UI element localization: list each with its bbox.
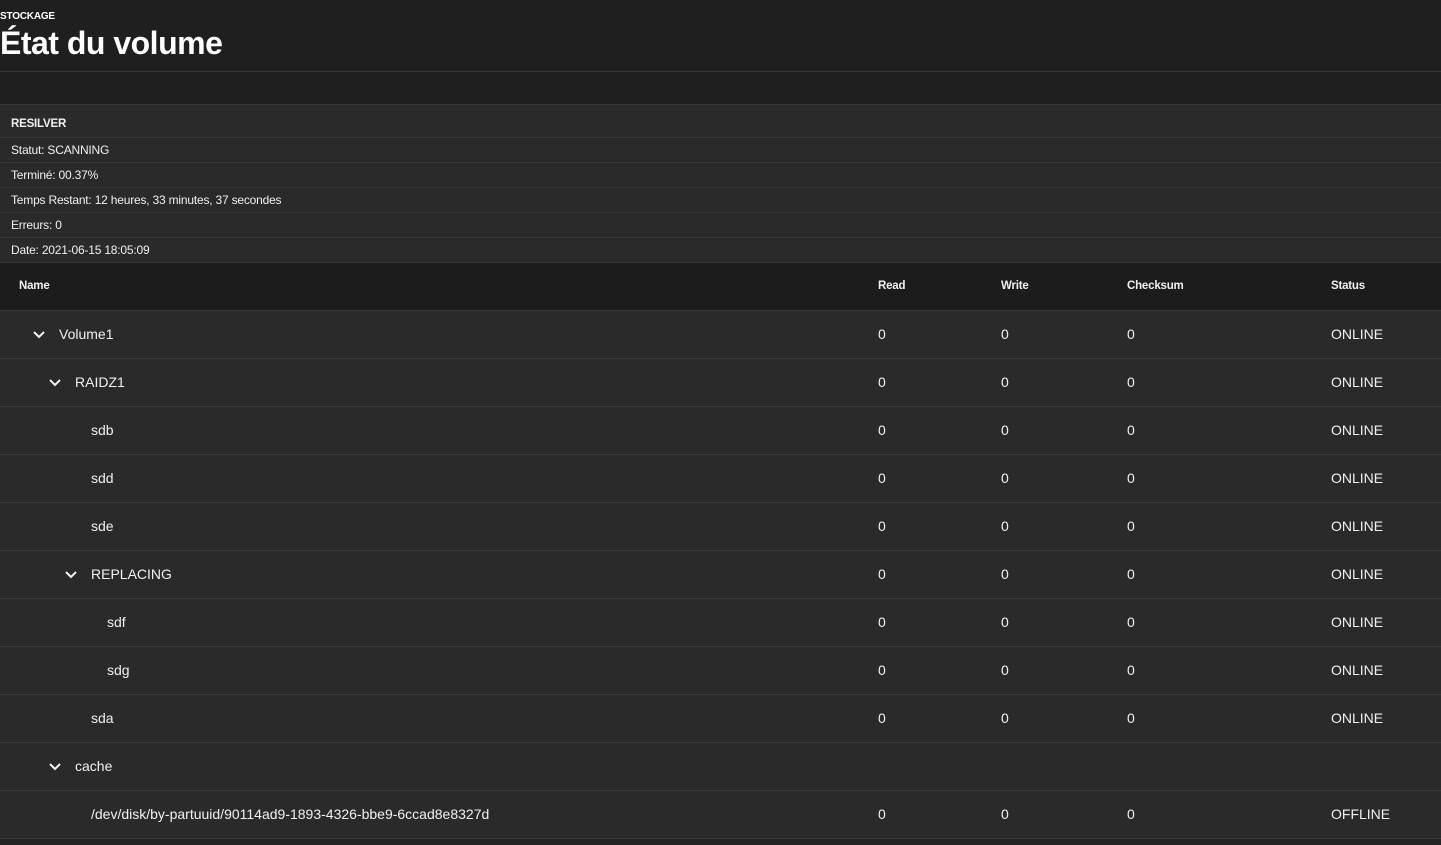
row-status: ONLINE [1331,326,1384,342]
table-row[interactable]: sdf 0 0 0 ONLINE [0,599,1441,647]
page-header: STOCKAGE État du volume [0,0,1441,72]
resilver-panel: RESILVER Statut: SCANNING Terminé: 00.37… [0,105,1441,263]
table-row[interactable]: Volume1 0 0 0 ONLINE [0,311,1441,359]
row-write: 0 [1001,518,1009,534]
table-row[interactable]: sdb 0 0 0 ONLINE [0,407,1441,455]
row-read: 0 [878,662,886,678]
row-name: RAIDZ1 [75,374,125,390]
row-read: 0 [878,518,886,534]
chevron-down-icon[interactable] [47,359,63,406]
column-header-write[interactable]: Write [1001,263,1029,310]
row-write: 0 [1001,470,1009,486]
row-write: 0 [1001,326,1009,342]
row-write: 0 [1001,662,1009,678]
row-name: REPLACING [91,566,172,582]
chevron-down-icon[interactable] [63,551,79,598]
row-read: 0 [878,326,886,342]
row-checksum: 0 [1127,566,1135,582]
table-row[interactable]: sdd 0 0 0 ONLINE [0,455,1441,503]
row-status: ONLINE [1331,566,1384,582]
vdev-tree-table: Volume1 0 0 0 ONLINE RAIDZ1 0 0 0 ONLINE… [0,311,1441,839]
page-title: État du volume [0,25,223,61]
row-checksum: 0 [1127,326,1135,342]
table-row[interactable]: sde 0 0 0 ONLINE [0,503,1441,551]
row-read: 0 [878,806,886,822]
table-row[interactable]: RAIDZ1 0 0 0 ONLINE [0,359,1441,407]
row-status: ONLINE [1331,422,1384,438]
row-read: 0 [878,470,886,486]
row-write: 0 [1001,374,1009,390]
row-status: OFFLINE [1331,806,1391,822]
row-name: cache [75,758,113,774]
resilver-status: Statut: SCANNING [0,138,1441,163]
row-name: sdg [107,662,130,678]
table-header: Name Read Write Checksum Status [0,263,1441,311]
breadcrumb[interactable]: STOCKAGE [0,11,55,22]
table-row[interactable]: cache [0,743,1441,791]
row-read: 0 [878,614,886,630]
row-status: ONLINE [1331,470,1384,486]
column-header-read[interactable]: Read [878,263,906,310]
row-name: sde [91,518,114,534]
row-status: ONLINE [1331,614,1384,630]
row-status: ONLINE [1331,662,1384,678]
row-status: ONLINE [1331,710,1384,726]
column-header-status[interactable]: Status [1331,263,1365,310]
row-name: Volume1 [59,326,114,342]
row-write: 0 [1001,806,1009,822]
row-name: sda [91,710,114,726]
row-checksum: 0 [1127,806,1135,822]
row-status: ONLINE [1331,374,1384,390]
table-row[interactable]: sdg 0 0 0 ONLINE [0,647,1441,695]
row-write: 0 [1001,614,1009,630]
row-write: 0 [1001,566,1009,582]
row-checksum: 0 [1127,374,1135,390]
row-status: ONLINE [1331,518,1384,534]
chevron-down-icon[interactable] [31,311,47,358]
row-name: /dev/disk/by-partuuid/90114ad9-1893-4326… [91,806,490,822]
row-checksum: 0 [1127,518,1135,534]
column-header-checksum[interactable]: Checksum [1127,263,1184,310]
row-checksum: 0 [1127,422,1135,438]
row-checksum: 0 [1127,662,1135,678]
row-checksum: 0 [1127,614,1135,630]
row-name: sdf [107,614,126,630]
row-write: 0 [1001,422,1009,438]
table-row[interactable]: sda 0 0 0 ONLINE [0,695,1441,743]
table-row[interactable]: REPLACING 0 0 0 ONLINE [0,551,1441,599]
resilver-remaining: Temps Restant: 12 heures, 33 minutes, 37… [0,188,1441,213]
toolbar-band [0,72,1441,105]
resilver-date: Date: 2021-06-15 18:05:09 [0,238,1441,263]
chevron-down-icon[interactable] [47,743,63,790]
row-checksum: 0 [1127,710,1135,726]
row-name: sdd [91,470,114,486]
row-name: sdb [91,422,114,438]
table-row[interactable]: /dev/disk/by-partuuid/90114ad9-1893-4326… [0,791,1441,839]
row-read: 0 [878,566,886,582]
row-checksum: 0 [1127,470,1135,486]
row-write: 0 [1001,710,1009,726]
resilver-title: RESILVER [0,105,1441,138]
resilver-errors: Erreurs: 0 [0,213,1441,238]
resilver-completed: Terminé: 00.37% [0,163,1441,188]
row-read: 0 [878,422,886,438]
row-read: 0 [878,710,886,726]
row-read: 0 [878,374,886,390]
column-header-name[interactable]: Name [19,263,50,310]
